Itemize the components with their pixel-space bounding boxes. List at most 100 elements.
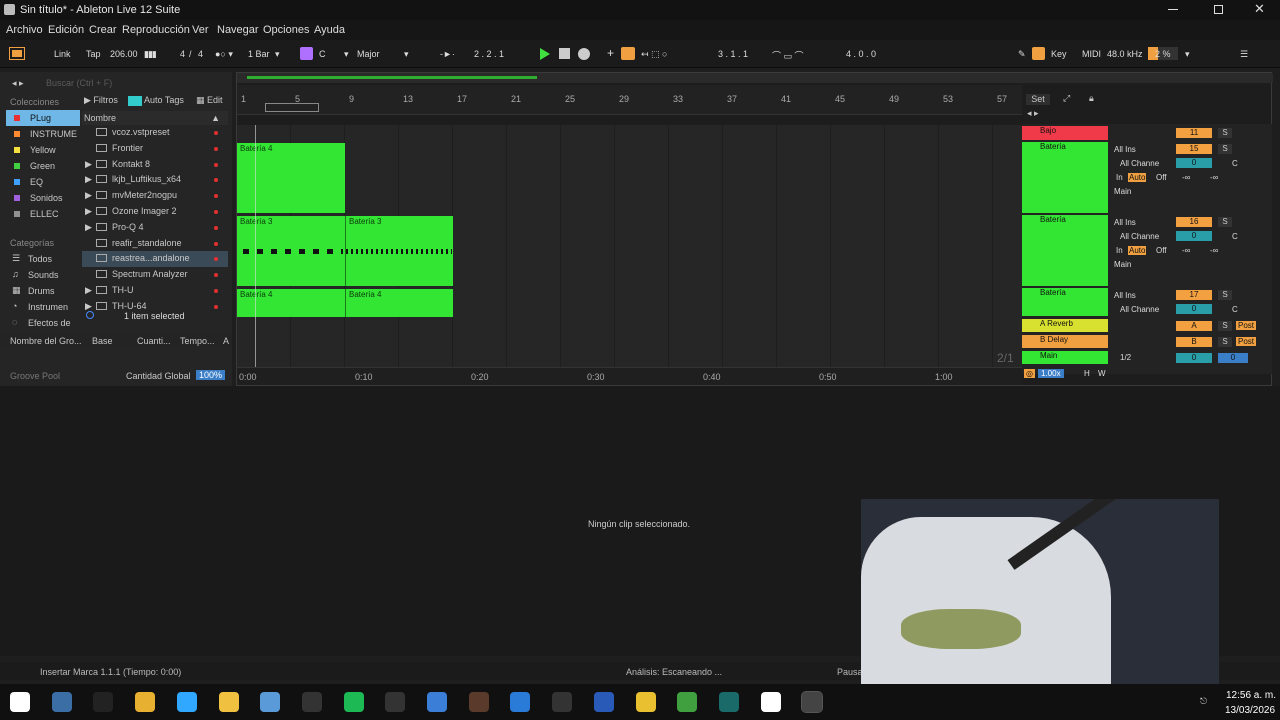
clip-bateria-4-b[interactable]: Batería 4: [237, 289, 345, 317]
expand-arrow-icon[interactable]: ▶: [85, 285, 92, 296]
category-item[interactable]: ◔ Instrumen: [6, 300, 80, 316]
menu-opciones[interactable]: Opciones: [263, 24, 309, 36]
track-header-bateria-2[interactable]: Batería: [1022, 215, 1108, 286]
close-icon[interactable]: ✕: [1254, 1, 1265, 17]
monitor-off[interactable]: Off: [1156, 246, 1167, 255]
cue-icon[interactable]: ◎: [1024, 369, 1035, 378]
scale-select[interactable]: Major: [357, 49, 380, 59]
menu-ayuda[interactable]: Ayuda: [314, 24, 345, 36]
track-header-bateria-3[interactable]: Batería: [1022, 288, 1108, 316]
height-button[interactable]: H: [1084, 369, 1090, 378]
browser-item[interactable]: reafir_standalone: [82, 236, 228, 252]
expand-arrow-icon[interactable]: ▶: [85, 190, 92, 201]
return-letter[interactable]: B: [1176, 337, 1212, 347]
maximize-icon[interactable]: [1214, 5, 1223, 14]
taskbar-ableton-icon[interactable]: [801, 691, 824, 713]
track-header-b-delay[interactable]: B Delay: [1022, 335, 1108, 348]
expand-arrow-icon[interactable]: ▶: [85, 222, 92, 233]
width-button[interactable]: W: [1098, 369, 1106, 378]
taskbar-explorer-icon[interactable]: [51, 692, 72, 712]
groove-col-a[interactable]: A: [223, 336, 229, 346]
overdub-icon[interactable]: +: [607, 46, 614, 60]
input-channel-select[interactable]: All Channe: [1120, 305, 1159, 314]
collection-item[interactable]: Yellow: [6, 142, 80, 158]
taskbar-capcut-icon[interactable]: [760, 692, 781, 712]
track-number[interactable]: 16: [1176, 217, 1212, 227]
menu-ver[interactable]: Ver: [192, 24, 209, 36]
output-select[interactable]: Main: [1114, 187, 1131, 196]
output-channels[interactable]: 1/2: [1120, 353, 1131, 362]
scroll-arrows-icon[interactable]: ◂ ▸: [1027, 108, 1039, 119]
menu-archivo[interactable]: Archivo: [6, 24, 43, 36]
zoom-value[interactable]: 1.00x: [1038, 369, 1064, 378]
pan-field[interactable]: C: [1232, 232, 1238, 241]
monitor-in[interactable]: In: [1116, 246, 1123, 255]
browser-item[interactable]: ▶ Kontakt 8: [82, 157, 228, 173]
post-button[interactable]: Post: [1236, 321, 1257, 330]
groove-col-quant[interactable]: Cuanti...: [137, 336, 171, 346]
expand-arrow-icon[interactable]: ▶: [85, 206, 92, 217]
groove-col-name[interactable]: Nombre del Gro...: [10, 336, 82, 346]
track-number[interactable]: 15: [1176, 144, 1212, 154]
monitor-auto[interactable]: Auto: [1128, 173, 1147, 182]
browser-item[interactable]: Frontier: [82, 141, 228, 157]
input-channel-select[interactable]: All Channe: [1120, 159, 1159, 168]
taskbar-start-icon[interactable]: [10, 692, 30, 712]
tray-icon[interactable]: ⎋: [1200, 696, 1207, 707]
signature-den[interactable]: 4: [198, 49, 203, 59]
overview-strip[interactable]: [237, 73, 1273, 83]
category-item[interactable]: ☰ Todos: [6, 252, 80, 268]
menu-crear[interactable]: Crear: [89, 24, 117, 36]
groove-col-base[interactable]: Base: [92, 336, 113, 346]
pencil-icon[interactable]: ✎: [1018, 49, 1026, 60]
key-select[interactable]: C: [319, 49, 326, 59]
collection-item[interactable]: INSTRUME: [6, 126, 80, 142]
expand-arrow-icon[interactable]: ▶: [85, 174, 92, 185]
output-select[interactable]: Main: [1114, 260, 1131, 269]
signature-num[interactable]: 4: [180, 49, 185, 59]
input-type-select[interactable]: All Ins: [1114, 145, 1136, 154]
taskbar-vscode-icon[interactable]: [510, 692, 531, 712]
track-number[interactable]: 11: [1176, 128, 1212, 138]
taskbar-obs-icon[interactable]: [301, 692, 322, 712]
record-icon[interactable]: [578, 48, 590, 60]
taskbar-maps-icon[interactable]: [677, 692, 698, 712]
key-map-icon[interactable]: [1032, 47, 1045, 60]
collection-item[interactable]: EQ: [6, 174, 80, 190]
menu-edicion[interactable]: Edición: [48, 24, 84, 36]
solo-button[interactable]: S: [1218, 217, 1232, 227]
set-button[interactable]: Set: [1026, 94, 1050, 105]
input-type-select[interactable]: All Ins: [1114, 218, 1136, 227]
clip-bateria-3-b[interactable]: Batería 3: [345, 216, 453, 286]
clip-bateria-3-a[interactable]: Batería 3: [237, 216, 345, 286]
solo-button[interactable]: S: [1218, 321, 1232, 331]
return-letter[interactable]: A: [1176, 321, 1212, 331]
autotags-button[interactable]: Auto Tags: [128, 95, 184, 106]
tap-button[interactable]: Tap: [86, 49, 101, 59]
metronome-beats-icon[interactable]: ▮▮▮: [144, 49, 157, 60]
taskbar-live-icon[interactable]: [552, 692, 573, 712]
tempo-field[interactable]: 206.00: [110, 49, 138, 59]
solo-button[interactable]: S: [1218, 290, 1232, 300]
taskbar-terminal-icon[interactable]: [718, 692, 739, 712]
expand-arrow-icon[interactable]: ▶: [85, 159, 92, 170]
panel-toggle-icon[interactable]: [9, 47, 25, 60]
search-input[interactable]: Buscar (Ctrl + F): [46, 78, 112, 88]
clip-bateria-4-a[interactable]: Batería 4: [237, 143, 345, 213]
browser-item[interactable]: ▶ lkjb_Luftikus_x64: [82, 172, 228, 188]
volume-field[interactable]: 0: [1176, 353, 1212, 363]
solo-button[interactable]: S: [1218, 144, 1232, 154]
clock-time[interactable]: 12:56 a. m.: [1226, 690, 1276, 701]
collection-item[interactable]: PLug: [6, 110, 80, 126]
category-item[interactable]: ▦ Drums: [6, 284, 80, 300]
expand-icon[interactable]: ⤢: [1063, 93, 1070, 104]
monitor-in[interactable]: In: [1116, 173, 1123, 182]
track-header-a-reverb[interactable]: A Reverb: [1022, 319, 1108, 332]
lock-icon[interactable]: 🔒︎: [1089, 93, 1094, 104]
menu-reproduccion[interactable]: Reproducción: [122, 24, 190, 36]
groove-col-tempo[interactable]: Tempo...: [180, 336, 215, 346]
volume-field[interactable]: 0: [1176, 231, 1212, 241]
pan-field[interactable]: C: [1232, 159, 1238, 168]
input-channel-select[interactable]: All Channe: [1120, 232, 1159, 241]
loop-brace[interactable]: [265, 103, 319, 112]
